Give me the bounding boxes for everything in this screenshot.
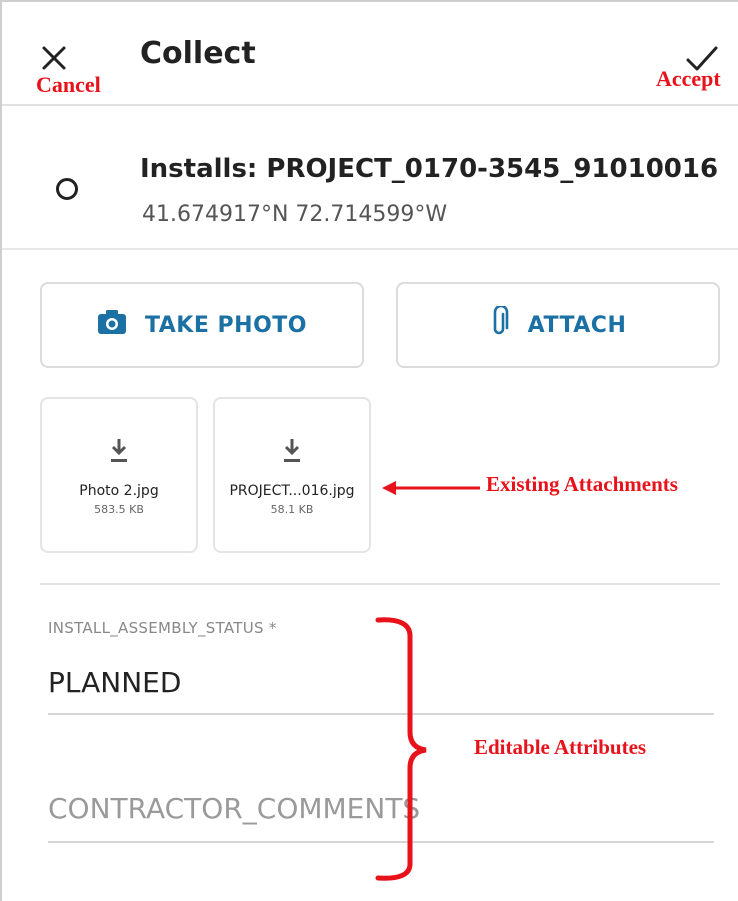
annotation-bracket [375,617,427,881]
feature-coordinates: 41.674917°N 72.714599°W [142,202,448,227]
feature-title: Installs: PROJECT_0170-3545_91010016 [140,154,719,184]
attach-label: ATTACH [527,312,627,338]
attachment-card[interactable]: Photo 2.jpg 583.5 KB [40,397,198,553]
circle-icon [56,178,78,200]
download-icon [111,439,127,462]
attachment-card[interactable]: PROJECT...016.jpg 58.1 KB [213,397,371,553]
take-photo-label: TAKE PHOTO [144,312,307,338]
attach-button[interactable]: ATTACH [396,282,720,368]
annotation-arrow [382,481,480,495]
contractor-comments-placeholder: CONTRACTOR_COMMENTS [48,792,421,825]
status-field-label: INSTALL_ASSEMBLY_STATUS * [48,619,277,637]
existing-attachments-annotation: Existing Attachments [486,472,678,496]
feature-summary: Installs: PROJECT_0170-3545_91010016 41.… [2,108,738,250]
close-icon [42,46,66,70]
paperclip-icon [490,304,510,344]
cancel-annotation: Cancel [36,72,101,97]
page-title: Collect [140,36,256,71]
app-frame: Cancel Collect Accept Installs: PROJECT_… [0,0,738,901]
camera-icon [97,309,127,341]
attachment-name: PROJECT...016.jpg [229,483,355,499]
section-divider [40,583,720,585]
editable-attributes-annotation: Editable Attributes [474,735,647,759]
attachment-size: 58.1 KB [270,503,314,516]
attachment-name: Photo 2.jpg [79,483,159,499]
download-icon [284,439,300,462]
attachment-size: 583.5 KB [94,503,144,516]
cancel-button[interactable] [36,40,72,76]
status-field-value: PLANNED [48,666,182,699]
app-header: Cancel Collect Accept [2,2,738,106]
accept-annotation: Accept [656,66,721,91]
take-photo-button[interactable]: TAKE PHOTO [40,282,364,368]
